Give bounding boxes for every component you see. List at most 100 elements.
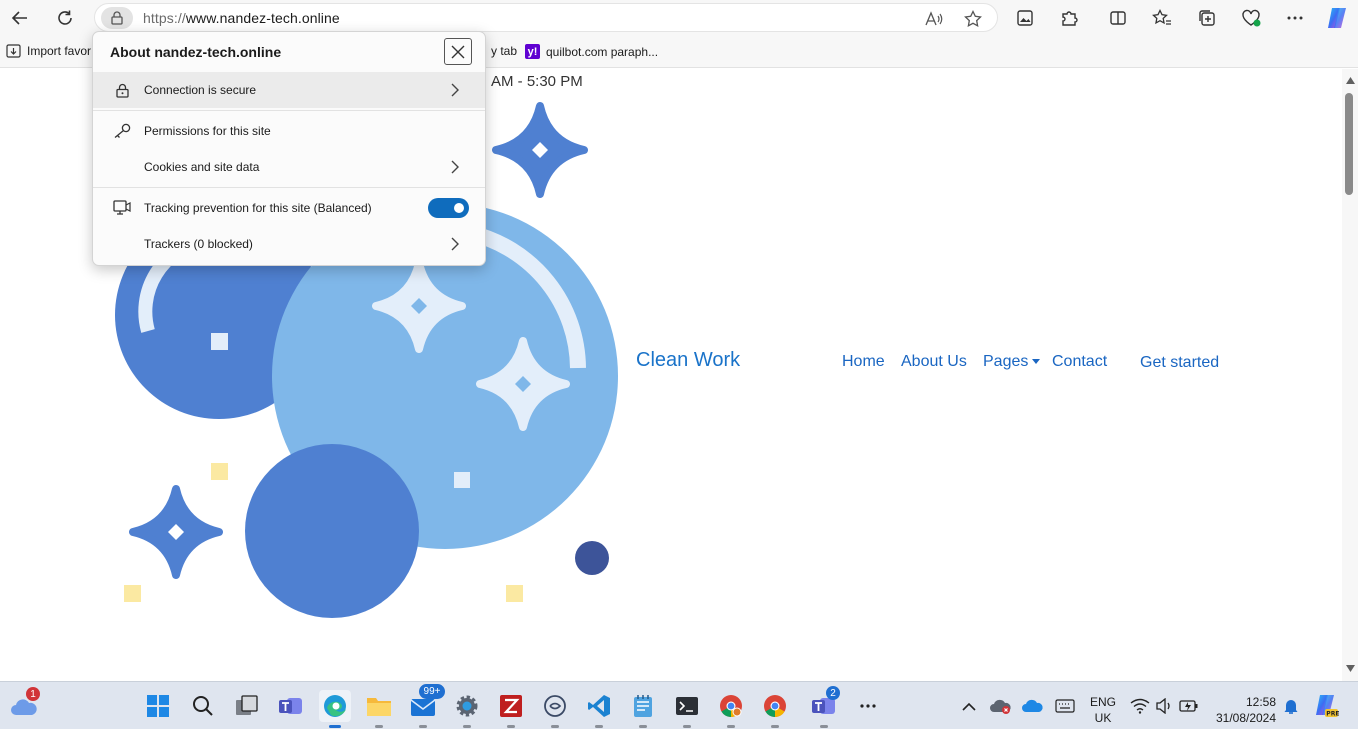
- favorite-import[interactable]: Import favor: [6, 44, 91, 58]
- import-favorites-icon: [6, 44, 21, 58]
- search-button[interactable]: [187, 690, 219, 722]
- favorite-new-tab[interactable]: y tab: [491, 44, 517, 58]
- filezilla-app[interactable]: [495, 690, 527, 728]
- chrome-app[interactable]: [759, 690, 791, 728]
- permissions-row[interactable]: Permissions for this site: [93, 113, 485, 149]
- site-info-button[interactable]: [101, 7, 133, 29]
- screenshot-button[interactable]: [1011, 4, 1039, 32]
- mail-badge: 99+: [419, 684, 445, 699]
- copilot-button[interactable]: [1323, 4, 1351, 32]
- running-indicator: [507, 725, 515, 728]
- touch-keyboard-tray[interactable]: [1049, 690, 1081, 722]
- start-button[interactable]: [142, 690, 174, 722]
- settings-more-button[interactable]: [1281, 4, 1309, 32]
- tracking-prevention-label: Tracking prevention for this site (Balan…: [144, 201, 372, 215]
- popup-close-button[interactable]: [444, 38, 472, 65]
- url-text: https://www.nandez-tech.online: [143, 10, 340, 26]
- battery-tray[interactable]: [1173, 690, 1205, 722]
- page-scrollbar[interactable]: [1342, 69, 1358, 681]
- heart-pulse-icon: [1242, 9, 1261, 27]
- cookies-row[interactable]: Cookies and site data: [93, 149, 485, 185]
- mail-app[interactable]: 99+: [407, 684, 445, 728]
- running-indicator: [639, 725, 647, 728]
- chevron-right-icon: [451, 83, 459, 97]
- refresh-button[interactable]: [51, 4, 79, 32]
- lock-icon: [113, 81, 131, 99]
- copilot-icon: [1328, 8, 1346, 28]
- edge-browser-icon: [324, 695, 346, 717]
- nav-pages-dropdown[interactable]: Pages: [983, 353, 1040, 371]
- nav-home[interactable]: Home: [842, 353, 885, 371]
- url-protocol: https://: [143, 10, 186, 26]
- site-brand[interactable]: Clean Work: [636, 349, 740, 372]
- permissions-label: Permissions for this site: [144, 124, 271, 138]
- popup-divider: [93, 187, 485, 188]
- running-indicator: [551, 725, 559, 728]
- task-view-button[interactable]: [231, 690, 263, 722]
- popup-divider: [93, 110, 485, 111]
- clock-date: 31/08/2024: [1215, 711, 1277, 725]
- battery-charging-icon: [1179, 700, 1198, 712]
- edge-app[interactable]: [319, 690, 351, 728]
- back-button[interactable]: [6, 4, 34, 32]
- star-outline-icon: [964, 10, 982, 28]
- onedrive-sync-tray[interactable]: [1017, 690, 1049, 722]
- vscode-app[interactable]: [583, 690, 615, 728]
- scroll-thumb[interactable]: [1345, 93, 1353, 195]
- svg-text:PRE: PRE: [1326, 711, 1339, 718]
- keyboard-icon: [1055, 699, 1075, 713]
- connection-secure-row[interactable]: Connection is secure: [93, 72, 485, 108]
- terminal-app[interactable]: [671, 690, 703, 728]
- read-aloud-button[interactable]: [923, 8, 945, 30]
- split-screen-button[interactable]: [1104, 4, 1132, 32]
- bell-icon: [1284, 700, 1298, 714]
- file-explorer-app[interactable]: [363, 690, 395, 728]
- onedrive-error-icon: [990, 699, 1011, 714]
- copilot-pre-icon: PRE: [1316, 695, 1339, 718]
- teams-work-app[interactable]: 2: [808, 686, 840, 728]
- toggle-knob: [454, 203, 464, 213]
- weather-widget[interactable]: 1: [8, 687, 40, 722]
- nav-about-us[interactable]: About Us: [901, 353, 967, 371]
- gear-icon: [456, 695, 478, 717]
- clock[interactable]: 12:58 31/08/2024: [1208, 694, 1284, 726]
- onedrive-tray[interactable]: [985, 690, 1017, 722]
- get-started-button[interactable]: Get started: [1140, 354, 1219, 372]
- browser-essentials-button[interactable]: [1237, 4, 1265, 32]
- favorite-quillbot[interactable]: y! quilbot.com paraph...: [525, 44, 658, 59]
- settings-app[interactable]: [451, 690, 483, 728]
- chevron-right-icon: [451, 237, 459, 251]
- teams-chat-app[interactable]: [275, 690, 307, 722]
- tracking-prevention-toggle[interactable]: [428, 198, 469, 218]
- notepad-app[interactable]: [627, 690, 659, 728]
- more-dots-icon: [1287, 16, 1303, 20]
- copilot-taskbar-button[interactable]: PRE: [1310, 690, 1342, 722]
- show-more-apps-button[interactable]: [852, 690, 884, 722]
- input-language-indicator[interactable]: ENG UK: [1085, 694, 1121, 726]
- folder-icon: [367, 698, 391, 716]
- split-screen-icon: [1110, 11, 1126, 25]
- terminal-icon: [676, 697, 698, 715]
- nav-contact[interactable]: Contact: [1052, 353, 1107, 371]
- notepad-icon: [634, 695, 652, 717]
- show-hidden-icons-button[interactable]: [953, 690, 985, 722]
- chrome-icon: [764, 695, 786, 717]
- notifications-button[interactable]: [1275, 690, 1307, 722]
- favorites-button[interactable]: [1148, 4, 1176, 32]
- read-aloud-icon: [925, 11, 943, 26]
- screen-capture-app[interactable]: [539, 690, 571, 728]
- address-bar[interactable]: https://www.nandez-tech.online: [94, 3, 998, 32]
- collections-button[interactable]: [1193, 4, 1221, 32]
- running-indicator: [771, 725, 779, 728]
- running-indicator: [820, 725, 828, 728]
- extensions-button[interactable]: [1055, 4, 1083, 32]
- trackers-row[interactable]: Trackers (0 blocked): [93, 226, 485, 262]
- collections-icon: [1199, 10, 1215, 26]
- favorite-import-label: Import favor: [27, 44, 92, 58]
- favorites-list-icon: [1152, 9, 1171, 25]
- chrome-profile-app[interactable]: [715, 690, 747, 728]
- favorite-star-button[interactable]: [962, 8, 984, 30]
- search-icon: [193, 696, 213, 716]
- running-indicator: [463, 725, 471, 728]
- favorite-new-tab-label: y tab: [491, 44, 518, 58]
